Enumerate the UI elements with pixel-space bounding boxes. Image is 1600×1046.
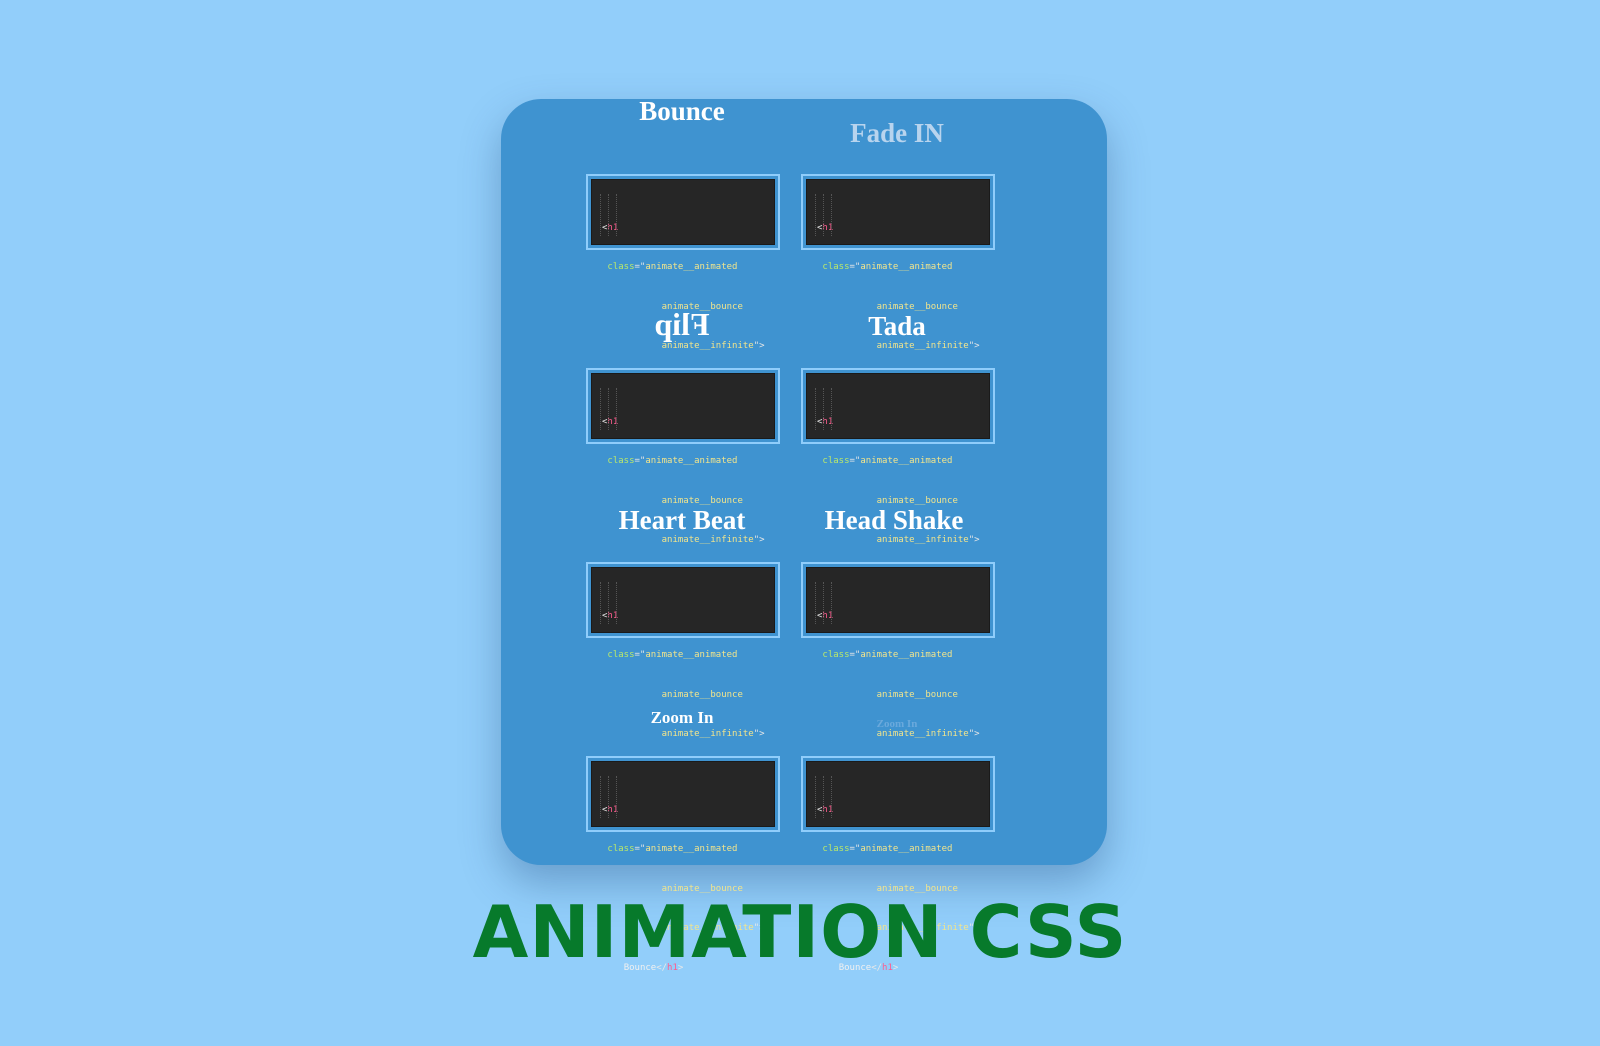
page-title: ANIMATION CSS xyxy=(472,890,1128,974)
code-block: <h1 class="animate__animated animate__bo… xyxy=(591,761,775,973)
code-block: <h1 class="animate__animated animate__bo… xyxy=(591,373,775,585)
demo-title-bounce: Bounce xyxy=(639,96,725,126)
code-snippet: <h1 class="animate__animated animate__bo… xyxy=(586,562,780,779)
code-snippet: <h1 class="animate__animated animate__bo… xyxy=(586,756,780,973)
code-snippet: <h1 class="animate__animated animate__bo… xyxy=(801,174,995,391)
demo-title-fade-in: Fade IN xyxy=(850,118,944,148)
demo-card: Bounce Fade IN <h1 class="animate__anima… xyxy=(501,96,1107,973)
code-snippet: <h1 class="animate__animated animate__bo… xyxy=(801,562,995,779)
code-snippet: <h1 class="animate__animated animate__bo… xyxy=(586,368,780,585)
code-snippet: <h1 class="animate__animated animate__bo… xyxy=(801,368,995,585)
demo-title-flip: Flip xyxy=(654,306,710,342)
code-block: <h1 class="animate__animated animate__bo… xyxy=(806,373,990,585)
code-block: <h1 class="animate__animated animate__bo… xyxy=(806,761,990,973)
demo-title-tada: Tada xyxy=(868,311,926,341)
demo-title-zoom-in-faded: Zoom In xyxy=(876,718,918,730)
code-block: <h1 class="animate__animated animate__bo… xyxy=(806,567,990,779)
code-block: <h1 class="animate__animated animate__bo… xyxy=(591,567,775,779)
code-snippet: <h1 class="animate__animated animate__bo… xyxy=(801,756,995,973)
demo-title-zoom-in: Zoom In xyxy=(650,708,714,727)
demo-title-head-shake: Head Shake xyxy=(824,505,964,535)
code-block: <h1 class="animate__animated animate__bo… xyxy=(806,179,990,391)
demo-title-heart-beat: Heart Beat xyxy=(618,505,746,535)
code-block: <h1 class="animate__animated animate__bo… xyxy=(591,179,775,391)
code-snippet: <h1 class="animate__animated animate__bo… xyxy=(586,174,780,391)
